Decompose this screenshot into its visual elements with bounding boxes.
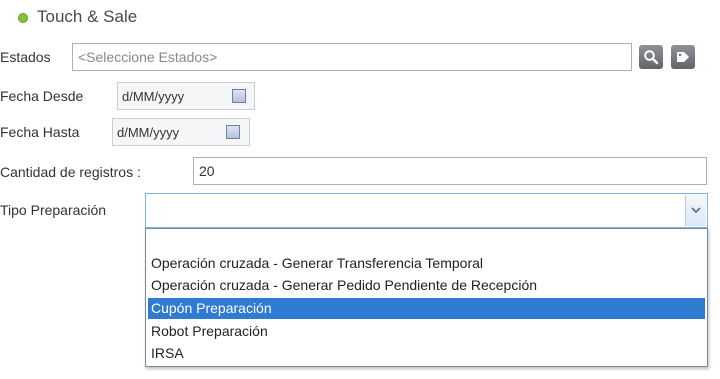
- search-icon: [644, 50, 659, 65]
- fecha-hasta-label: Fecha Hasta: [0, 124, 80, 140]
- fecha-hasta-value: d/MM/yyyy: [117, 124, 180, 140]
- cantidad-label: Cantidad de registros :: [0, 164, 141, 180]
- option-cupon-preparacion[interactable]: Cupón Preparación: [148, 298, 705, 319]
- option-pedido-pendiente[interactable]: Operación cruzada - Generar Pedido Pendi…: [148, 275, 705, 296]
- estados-label: Estados: [0, 49, 51, 65]
- app-title: Touch & Sale: [37, 7, 138, 26]
- tag-icon: [677, 52, 689, 62]
- option-irsa[interactable]: IRSA: [148, 343, 705, 364]
- option-transferencia-temporal[interactable]: Operación cruzada - Generar Transferenci…: [148, 253, 705, 274]
- estados-input[interactable]: <Seleccione Estados>: [72, 43, 632, 71]
- app-header: Touch & Sale: [18, 4, 137, 30]
- chevron-down-icon: [691, 207, 701, 214]
- cantidad-value: 20: [199, 163, 215, 179]
- option-empty[interactable]: [148, 232, 705, 253]
- calendar-icon[interactable]: [226, 125, 240, 139]
- option-robot-preparacion[interactable]: Robot Preparación: [148, 321, 705, 342]
- tag-button[interactable]: [671, 45, 695, 69]
- calendar-icon[interactable]: [232, 89, 246, 103]
- fecha-desde-value: d/MM/yyyy: [122, 88, 185, 104]
- cantidad-input[interactable]: 20: [193, 157, 707, 185]
- estados-placeholder: <Seleccione Estados>: [78, 49, 218, 65]
- tipo-preparacion-label: Tipo Preparación: [0, 202, 107, 218]
- tipo-preparacion-options: Operación cruzada - Generar Transferenci…: [145, 228, 708, 367]
- bullet-icon: [18, 13, 28, 23]
- fecha-desde-label: Fecha Desde: [0, 88, 84, 104]
- tipo-preparacion-select[interactable]: [145, 193, 708, 228]
- search-button[interactable]: [639, 45, 663, 69]
- dropdown-button[interactable]: [685, 195, 706, 226]
